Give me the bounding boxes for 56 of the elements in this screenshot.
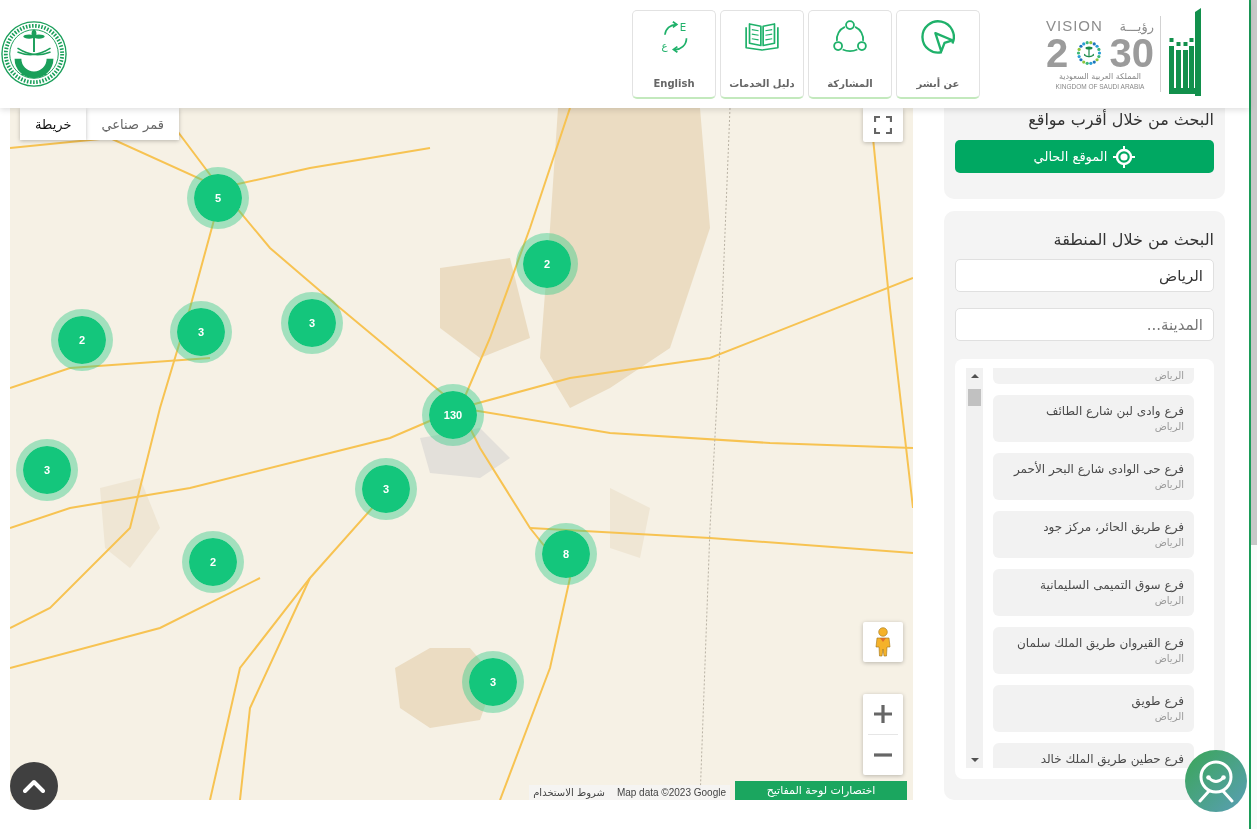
branch-region: الرياض bbox=[1153, 594, 1184, 608]
branch-region: الرياض bbox=[1153, 478, 1184, 492]
plus-icon bbox=[874, 705, 892, 723]
branch-name: فرع سوق التميمى السليمانية bbox=[1039, 577, 1184, 594]
current-location-button[interactable]: الموقع الحالي bbox=[955, 140, 1214, 173]
face-icon bbox=[1196, 759, 1236, 803]
branch-item[interactable]: فرع وادى لبن شارع الطائف الرياض bbox=[993, 395, 1194, 442]
branch-region: الرياض bbox=[1153, 652, 1184, 666]
section-title: البحث من خلال المنطقة bbox=[1052, 229, 1214, 251]
person-icon bbox=[874, 627, 892, 657]
emblem-dots-icon bbox=[1075, 39, 1102, 67]
branch-item[interactable]: فرع حطين طريق الملك خالد bbox=[993, 743, 1194, 768]
section-title: البحث من خلال أقرب مواقع bbox=[1027, 109, 1214, 131]
cursor-circle-icon bbox=[921, 19, 955, 54]
scrollbar-thumb[interactable] bbox=[1251, 0, 1257, 545]
minus-icon bbox=[874, 753, 892, 757]
nav-button[interactable]: عن أبشر bbox=[896, 9, 980, 99]
branch-region: الرياض bbox=[1153, 369, 1184, 383]
branch-item[interactable]: فرع طويق الرياض bbox=[993, 685, 1194, 732]
logo-text: VISION bbox=[1046, 17, 1103, 34]
city-field[interactable]: المدينة... bbox=[955, 308, 1214, 341]
branch-item[interactable]: فرع سوق التميمى السليمانية الرياض bbox=[993, 569, 1194, 616]
branch-name: فرع حطين طريق الملك خالد bbox=[1039, 751, 1184, 768]
crosshair-icon bbox=[1113, 145, 1136, 168]
nav-button[interactable]: دليل الخدمات bbox=[720, 9, 804, 99]
region-field[interactable]: الرياض bbox=[955, 259, 1214, 292]
branch-region: الرياض bbox=[1153, 536, 1184, 550]
map-type-tab[interactable]: خريطة bbox=[20, 108, 87, 140]
branch-name: فرع حى الوادى شارع البحر الأحمر bbox=[1012, 460, 1184, 478]
branch-item[interactable]: فرع حى الوادى شارع البحر الأحمر الرياض bbox=[993, 453, 1194, 500]
logo-text: 30 bbox=[1109, 35, 1154, 71]
fullscreen-icon bbox=[874, 116, 892, 134]
triangle-down-icon bbox=[970, 758, 979, 762]
map-data-text: Map data ©2023 Google bbox=[616, 787, 726, 798]
scrollbar-thumb[interactable] bbox=[968, 389, 981, 406]
keyboard-shortcuts-button[interactable]: اختصارات لوحة المفاتيح bbox=[735, 781, 907, 800]
branch-item[interactable]: فرع القيروان طريق الملك سلمان الرياض bbox=[993, 627, 1194, 674]
branch-name: فرع طويق bbox=[1130, 693, 1184, 710]
map-type-tab[interactable]: قمر صناعي bbox=[86, 108, 180, 140]
chevron-up-icon bbox=[23, 779, 45, 793]
nav-button[interactable]: المشاركة bbox=[808, 9, 892, 99]
fullscreen-button[interactable] bbox=[863, 108, 903, 142]
share-nodes-icon bbox=[833, 19, 867, 54]
logo-text: 2 bbox=[1046, 35, 1069, 71]
logo-text: رؤيـــة bbox=[1119, 18, 1154, 35]
branch-item[interactable]: فرع طريق الحائر، مركز جود الرياض bbox=[993, 511, 1194, 558]
logo-text: المملكة العربية السعودية bbox=[1057, 71, 1143, 82]
branch-name: فرع وادى لبن شارع الطائف bbox=[1045, 403, 1184, 420]
branch-name: فرع طريق الحائر، مركز جود bbox=[1042, 519, 1184, 536]
pegman-button[interactable] bbox=[863, 622, 903, 662]
branch-name: فرع القيروان طريق الملك سلمان bbox=[1016, 635, 1184, 652]
triangle-up-icon bbox=[970, 374, 979, 378]
terms-link[interactable]: شروط الاستخدام bbox=[533, 787, 605, 798]
list-scrollbar[interactable] bbox=[966, 368, 983, 768]
branch-region: الرياض bbox=[1153, 420, 1184, 434]
branch-region: الرياض bbox=[1153, 710, 1184, 724]
